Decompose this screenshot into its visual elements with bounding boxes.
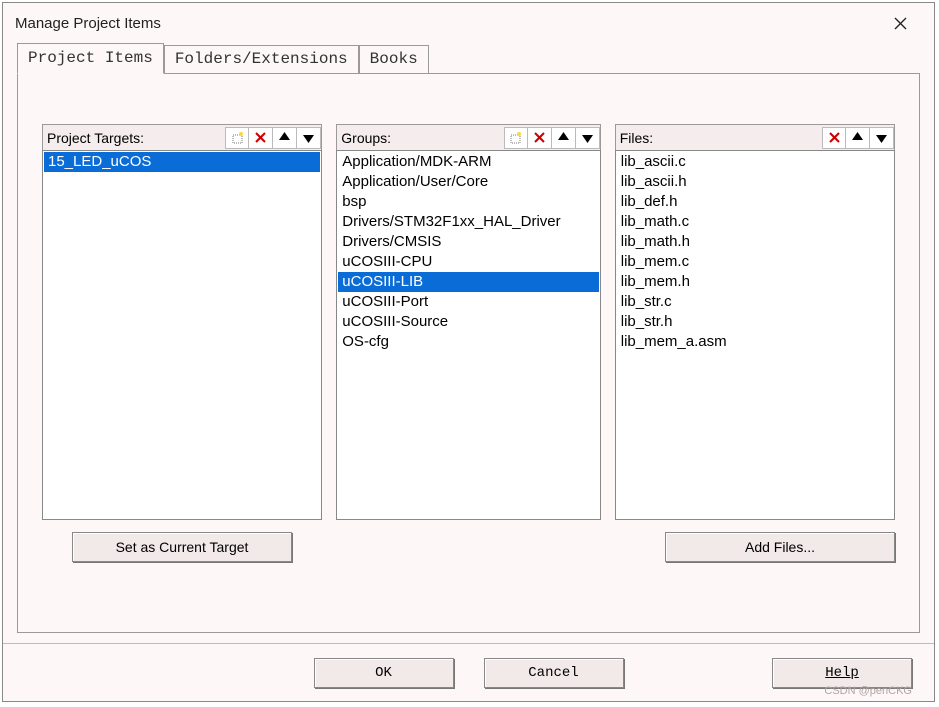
delete-button[interactable] [249, 127, 273, 149]
list-item[interactable]: lib_str.c [617, 292, 893, 312]
groups-header: Groups: [336, 124, 600, 150]
targets-label: Project Targets: [47, 130, 225, 146]
new-icon [509, 131, 522, 144]
list-item[interactable]: lib_math.h [617, 232, 893, 252]
tab-project-items[interactable]: Project Items [17, 43, 164, 74]
add-files-button[interactable]: Add Files... [665, 532, 895, 562]
close-button[interactable] [878, 8, 922, 38]
list-item[interactable]: Application/MDK-ARM [338, 152, 598, 172]
up-icon [557, 131, 570, 144]
list-item[interactable]: Application/User/Core [338, 172, 598, 192]
targets-column: Project Targets: 15_LED_uCOS [42, 124, 322, 520]
groups-column: Groups: Application/MDK-ARMApplication/U… [336, 124, 600, 520]
down-icon [581, 131, 594, 144]
delete-icon [254, 131, 267, 144]
files-header: Files: [615, 124, 895, 150]
new-button[interactable] [504, 127, 528, 149]
list-item[interactable]: lib_str.h [617, 312, 893, 332]
files-label: Files: [620, 130, 822, 146]
list-item[interactable]: lib_mem_a.asm [617, 332, 893, 352]
list-item[interactable]: OS-cfg [338, 332, 598, 352]
groups-label: Groups: [341, 130, 503, 146]
targets-toolbar [225, 127, 321, 149]
set-current-target-button[interactable]: Set as Current Target [72, 532, 292, 562]
up-button[interactable] [273, 127, 297, 149]
cancel-button[interactable]: Cancel [484, 658, 624, 688]
ok-button[interactable]: OK [314, 658, 454, 688]
columns-container: Project Targets: 15_LED_uCOS Groups: App… [42, 124, 895, 520]
new-button[interactable] [225, 127, 249, 149]
list-item[interactable]: lib_math.c [617, 212, 893, 232]
list-item[interactable]: lib_def.h [617, 192, 893, 212]
dialog-title: Manage Project Items [15, 15, 161, 32]
list-item[interactable]: bsp [338, 192, 598, 212]
help-button[interactable]: Help [772, 658, 912, 688]
list-item[interactable]: uCOSIII-CPU [338, 252, 598, 272]
targets-header: Project Targets: [42, 124, 322, 150]
tab-folders-extensions[interactable]: Folders/Extensions [164, 45, 359, 73]
up-button[interactable] [552, 127, 576, 149]
up-icon [851, 131, 864, 144]
down-button[interactable] [297, 127, 321, 149]
groups-listbox[interactable]: Application/MDK-ARMApplication/User/Core… [336, 150, 600, 520]
tab-content: Project Targets: 15_LED_uCOS Groups: App… [17, 73, 920, 633]
list-item[interactable]: uCOSIII-Source [338, 312, 598, 332]
list-item[interactable]: uCOSIII-Port [338, 292, 598, 312]
list-item[interactable]: Drivers/CMSIS [338, 232, 598, 252]
dialog-button-bar: OK Cancel Help CSDN @penCKG [3, 643, 934, 701]
help-button-label: Help [825, 665, 859, 681]
tab-strip: Project ItemsFolders/ExtensionsBooks [3, 43, 934, 73]
delete-button[interactable] [528, 127, 552, 149]
list-item[interactable]: 15_LED_uCOS [44, 152, 320, 172]
delete-icon [828, 131, 841, 144]
targets-listbox[interactable]: 15_LED_uCOS [42, 150, 322, 520]
list-item[interactable]: lib_mem.c [617, 252, 893, 272]
down-icon [875, 131, 888, 144]
list-item[interactable]: Drivers/STM32F1xx_HAL_Driver [338, 212, 598, 232]
down-button[interactable] [870, 127, 894, 149]
files-column: Files: lib_ascii.clib_ascii.hlib_def.hli… [615, 124, 895, 520]
files-toolbar [822, 127, 894, 149]
list-item[interactable]: uCOSIII-LIB [338, 272, 598, 292]
below-columns: Set as Current Target Add Files... [42, 532, 895, 562]
groups-toolbar [504, 127, 600, 149]
down-icon [302, 131, 315, 144]
new-icon [231, 131, 244, 144]
delete-icon [533, 131, 546, 144]
manage-project-items-dialog: Manage Project Items Project ItemsFolder… [2, 2, 935, 702]
up-icon [278, 131, 291, 144]
up-button[interactable] [846, 127, 870, 149]
close-icon [894, 17, 907, 30]
list-item[interactable]: lib_ascii.h [617, 172, 893, 192]
list-item[interactable]: lib_mem.h [617, 272, 893, 292]
tab-books[interactable]: Books [359, 45, 429, 73]
list-item[interactable]: lib_ascii.c [617, 152, 893, 172]
down-button[interactable] [576, 127, 600, 149]
files-listbox[interactable]: lib_ascii.clib_ascii.hlib_def.hlib_math.… [615, 150, 895, 520]
delete-button[interactable] [822, 127, 846, 149]
title-bar: Manage Project Items [3, 3, 934, 43]
watermark-text: CSDN @penCKG [824, 685, 912, 697]
